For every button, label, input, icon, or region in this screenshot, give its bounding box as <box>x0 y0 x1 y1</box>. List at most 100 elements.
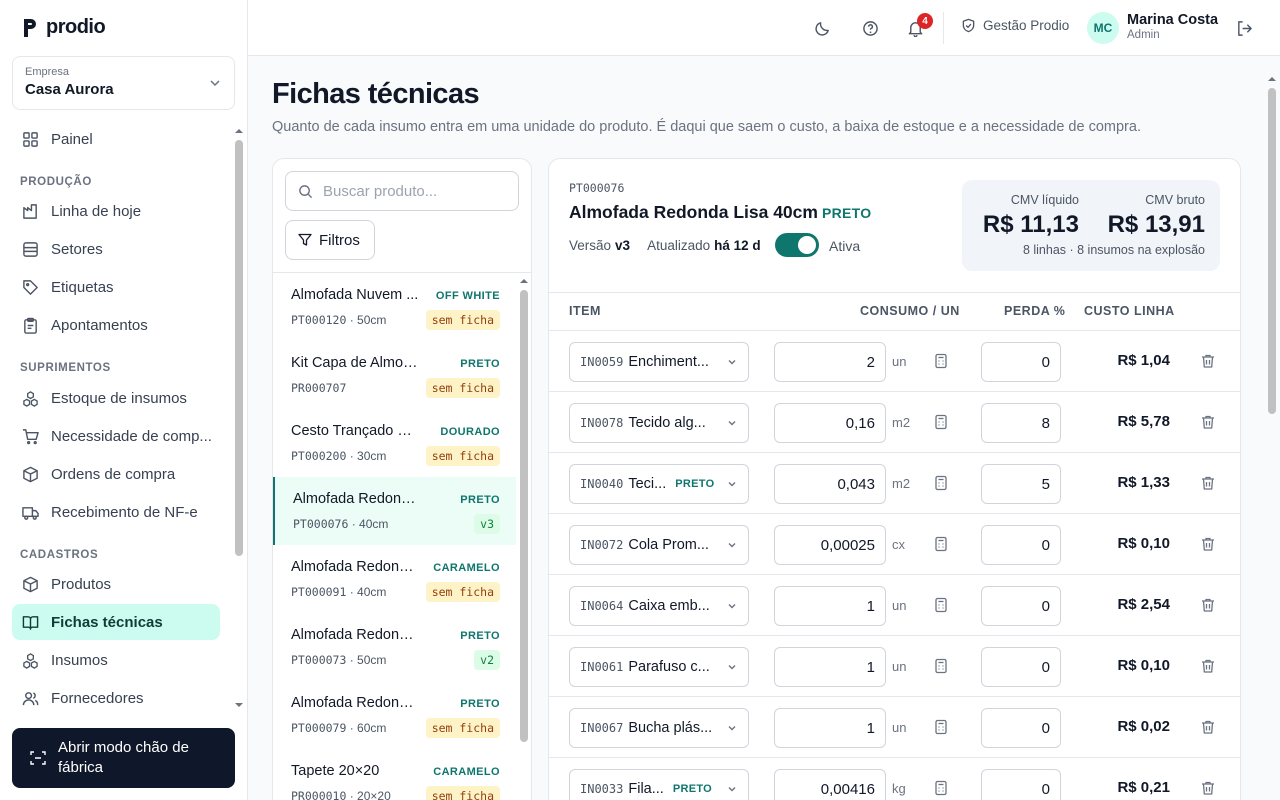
perda-input[interactable] <box>981 464 1061 504</box>
company-selector[interactable]: Empresa Casa Aurora <box>12 56 235 110</box>
perda-input[interactable] <box>981 647 1061 687</box>
calculator-icon[interactable] <box>933 536 949 552</box>
sidebar-item-setores[interactable]: Setores <box>12 231 220 267</box>
scroll-up-arrow-icon[interactable] <box>519 276 529 286</box>
insumo-name: Bucha plás... <box>628 720 713 736</box>
product-search[interactable] <box>285 171 519 211</box>
sidebar-item-estoque[interactable]: Estoque de insumos <box>12 380 220 416</box>
sidebar-item-produtos[interactable]: Produtos <box>12 566 220 602</box>
insumo-select[interactable]: IN0064 Caixa emb... <box>569 586 749 626</box>
sidebar-item-insumos[interactable]: Insumos <box>12 642 220 678</box>
product-item-color: DOURADO <box>440 426 500 438</box>
search-input[interactable] <box>323 182 503 200</box>
insumo-select[interactable]: IN0072 Cola Prom... <box>569 525 749 565</box>
sidebar-item-etiquetas[interactable]: Etiquetas <box>12 269 220 305</box>
scroll-down-arrow-icon[interactable] <box>234 700 244 710</box>
consumo-input[interactable] <box>774 586 886 626</box>
insumo-select[interactable]: IN0059 Enchiment... <box>569 342 749 382</box>
factory-mode-label: Abrir modo chão de fábrica <box>58 739 189 776</box>
calculator-icon[interactable] <box>933 475 949 491</box>
perda-input[interactable] <box>981 586 1061 626</box>
product-list-item[interactable]: Cesto Trançado 30... DOURADO PT000200 · 30… <box>273 409 516 477</box>
factory-icon <box>23 203 37 219</box>
product-list-item[interactable]: Kit Capa de Almofada ... PRETO PR000707 sem… <box>273 341 516 409</box>
brand-logo[interactable]: prodio <box>22 16 106 39</box>
perda-input[interactable] <box>981 708 1061 748</box>
scrollbar-thumb[interactable] <box>1268 88 1276 414</box>
product-item-color: PRETO <box>460 630 500 642</box>
notifications-button[interactable]: 4 <box>899 12 933 44</box>
insumo-select[interactable]: IN0078 Tecido alg... <box>569 403 749 443</box>
scroll-up-arrow-icon[interactable] <box>234 126 244 136</box>
sidebar-item-necessidade[interactable]: Necessidade de comp... <box>12 418 220 454</box>
trash-icon[interactable] <box>1200 414 1216 430</box>
product-list-item[interactable]: Almofada Redonda Lis... PRETO PT000079 · 6… <box>273 681 516 749</box>
product-list-item[interactable]: Tapete 20×20 CARAMELO PR000010 · 20×20 sem … <box>273 749 516 800</box>
product-list-scrollbar[interactable] <box>518 274 530 744</box>
product-list-item[interactable]: Almofada Nuvem ... OFF WHITE PT000120 · 50… <box>273 273 516 341</box>
sidebar-item-fichas-tecnicas[interactable]: Fichas técnicas <box>12 604 220 640</box>
chevron-down-icon <box>728 604 736 609</box>
updated-value: há 12 d <box>714 238 761 253</box>
calculator-icon[interactable] <box>933 658 949 674</box>
truck-icon <box>22 506 39 520</box>
sidebar-item-apontamentos[interactable]: Apontamentos <box>12 307 220 343</box>
calculator-icon[interactable] <box>933 414 949 430</box>
filters-button[interactable]: Filtros <box>285 220 375 260</box>
scrollbar-thumb[interactable] <box>520 290 528 742</box>
theme-toggle-button[interactable] <box>806 12 838 44</box>
column-header-item: ITEM <box>569 304 601 318</box>
main-scrollbar[interactable] <box>1266 72 1278 800</box>
sidebar-item-linha-de-hoje[interactable]: Linha de hoje <box>12 193 220 229</box>
scroll-up-arrow-icon[interactable] <box>1267 74 1277 84</box>
scan-icon <box>30 751 46 765</box>
sidebar-item-recebimento[interactable]: Recebimento de NF-e <box>12 494 220 530</box>
insumo-select[interactable]: IN0061 Parafuso c... <box>569 647 749 687</box>
consumo-input[interactable] <box>774 769 886 800</box>
trash-icon[interactable] <box>1200 353 1216 369</box>
consumo-input[interactable] <box>774 525 886 565</box>
consumo-input[interactable] <box>774 647 886 687</box>
consumo-input[interactable] <box>774 464 886 504</box>
org-switcher[interactable]: Gestão Prodio <box>961 18 1069 33</box>
insumo-select[interactable]: IN0067 Bucha plás... <box>569 708 749 748</box>
sidebar-item-fornecedores[interactable]: Fornecedores <box>12 680 220 716</box>
trash-icon[interactable] <box>1200 719 1216 735</box>
trash-icon[interactable] <box>1200 597 1216 613</box>
insumo-select[interactable]: IN0033 Fila... PRETO <box>569 769 749 800</box>
perda-input[interactable] <box>981 403 1061 443</box>
insumo-name: Tecido alg... <box>628 415 706 431</box>
sidebar-item-ordens[interactable]: Ordens de compra <box>12 456 220 492</box>
perda-input[interactable] <box>981 525 1061 565</box>
product-item-code-value: PT000120 <box>291 313 347 327</box>
scrollbar-thumb[interactable] <box>235 140 243 556</box>
consumo-input[interactable] <box>774 708 886 748</box>
trash-icon[interactable] <box>1200 475 1216 491</box>
trash-icon[interactable] <box>1200 658 1216 674</box>
help-button[interactable] <box>854 12 886 44</box>
product-list-item[interactable]: Almofada Redonda Lis... PRETO PT000073 · 5… <box>273 613 516 681</box>
insumo-select[interactable]: IN0040 Teci... PRETO <box>569 464 749 504</box>
active-toggle[interactable] <box>775 233 819 257</box>
trash-icon[interactable] <box>1200 536 1216 552</box>
calculator-icon[interactable] <box>933 780 949 796</box>
perda-input[interactable] <box>981 769 1061 800</box>
sidebar-item-painel[interactable]: Painel <box>12 121 220 157</box>
product-item-size: · 40cm <box>346 585 387 599</box>
factory-mode-button[interactable]: Abrir modo chão de fábrica <box>12 728 235 788</box>
avatar[interactable]: MC <box>1087 12 1119 44</box>
chevron-down-icon <box>728 665 736 670</box>
sidebar-scrollbar[interactable] <box>234 124 244 714</box>
calculator-icon[interactable] <box>933 719 949 735</box>
consumo-input[interactable] <box>774 403 886 443</box>
product-list-item[interactable]: Almofada Redond... CARAMELO PT000091 · 40c… <box>273 545 516 613</box>
logout-button[interactable] <box>1228 12 1260 44</box>
trash-icon[interactable] <box>1200 780 1216 796</box>
perda-input[interactable] <box>981 342 1061 382</box>
insumo-code: IN0072 <box>580 538 624 552</box>
consumo-input[interactable] <box>774 342 886 382</box>
product-list-item[interactable]: Almofada Redonda Lis... PRETO PT000076 · 4… <box>273 477 516 545</box>
calculator-icon[interactable] <box>933 597 949 613</box>
calculator-icon[interactable] <box>933 353 949 369</box>
insumo-code: IN0061 <box>580 660 624 674</box>
